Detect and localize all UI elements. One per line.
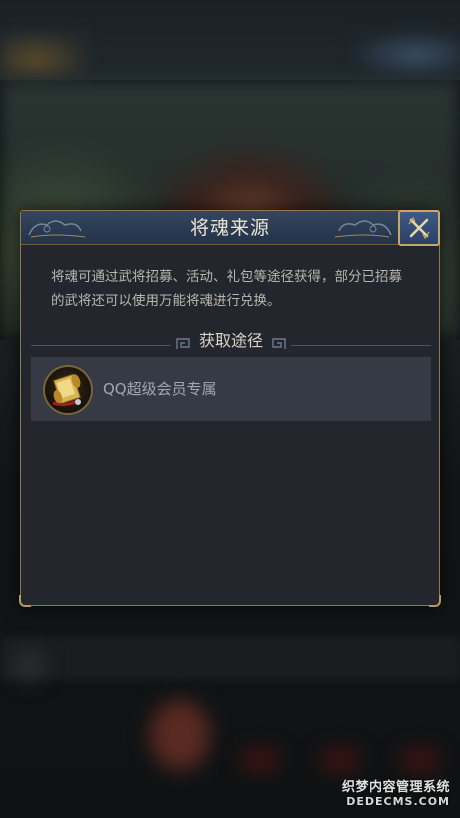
background-banner-right [350,30,460,80]
background-badge [400,750,440,770]
scroll-icon [43,365,93,415]
knot-ornament-icon [272,338,286,349]
section-header: 获取途径 [31,323,431,353]
dialog-description: 将魂可通过武将招募、活动、礼包等途径获得，部分已招募的武将还可以使用万能将魂进行… [51,269,402,309]
close-icon [408,216,430,240]
background-banner-left [0,30,90,80]
source-label: QQ超级会员专属 [103,380,217,398]
close-button[interactable] [398,210,440,246]
background-row [0,636,460,680]
divider-line [291,345,431,346]
background-badge [240,750,280,770]
corner-ornament [19,595,31,607]
corner-ornament [429,595,441,607]
watermark: 织梦内容管理系统 DEDECMS.COM [342,776,450,808]
watermark-url: DEDECMS.COM [346,795,450,808]
source-item-qq-svip[interactable]: QQ超级会员专属 [31,357,431,421]
soul-source-dialog: 将魂来源 将魂可通过武将招募、活动、礼包等途径获得，部分已招募的武将还可以使用万… [19,210,441,607]
dialog-title: 将魂来源 [189,217,270,239]
background-icon [14,650,44,680]
dialog-title-bar: 将魂来源 [21,211,439,245]
section-title: 获取途径 [198,331,263,350]
background-avatar [150,700,210,770]
background-badge [320,750,360,770]
watermark-text: 织梦内容管理系统 [341,780,450,795]
